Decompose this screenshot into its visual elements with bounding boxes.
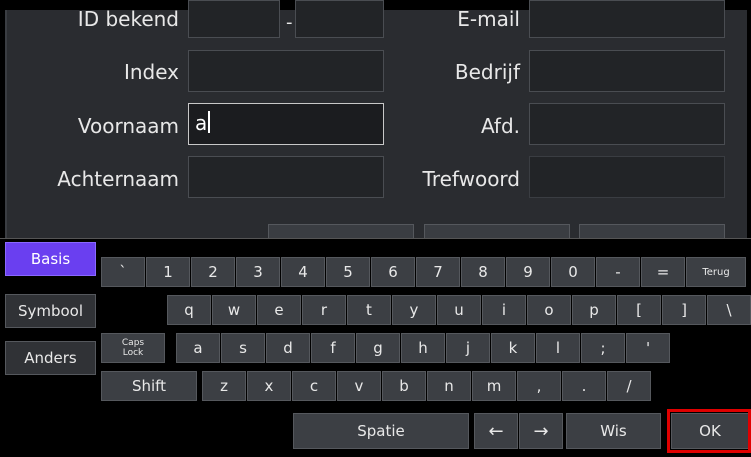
key-semicolon[interactable]: ; — [581, 333, 625, 363]
key-x[interactable]: x — [247, 371, 291, 401]
key-equals[interactable]: = — [641, 257, 685, 287]
left-arrow-icon[interactable]: ← — [474, 413, 518, 449]
key-apostrophe[interactable]: ' — [626, 333, 670, 363]
voornaam-value: a — [195, 111, 208, 135]
key-q[interactable]: q — [167, 295, 211, 325]
hidden-button-3[interactable] — [579, 224, 725, 238]
hidden-button-2[interactable] — [424, 224, 570, 238]
shift-button[interactable]: Shift — [101, 371, 197, 401]
key-m[interactable]: m — [472, 371, 516, 401]
key-k[interactable]: k — [491, 333, 535, 363]
key-z[interactable]: z — [202, 371, 246, 401]
key-v[interactable]: v — [337, 371, 381, 401]
key-1[interactable]: 1 — [146, 257, 190, 287]
email-field[interactable] — [529, 0, 725, 38]
space-button[interactable]: Spatie — [293, 413, 469, 449]
back-button[interactable]: Terug — [686, 257, 746, 287]
key-9[interactable]: 9 — [506, 257, 550, 287]
key-comma[interactable]: , — [517, 371, 561, 401]
mode-anders-button[interactable]: Anders — [5, 341, 96, 375]
key-a[interactable]: a — [176, 333, 220, 363]
key-right-bracket[interactable]: ] — [662, 295, 706, 325]
ok-highlight-frame — [667, 409, 751, 453]
form-panel: ID bekend - Index Voornaam a Achternaam … — [5, 0, 747, 238]
label-email: E-mail — [457, 7, 520, 31]
trefwoord-field[interactable] — [529, 156, 725, 198]
afd-field[interactable] — [529, 103, 725, 145]
key-j[interactable]: j — [446, 333, 490, 363]
key-w[interactable]: w — [212, 295, 256, 325]
label-trefwoord: Trefwoord — [422, 167, 520, 191]
key-o[interactable]: o — [527, 295, 571, 325]
key-slash[interactable]: / — [607, 371, 651, 401]
text-cursor — [208, 111, 211, 133]
index-field[interactable] — [188, 50, 384, 92]
key-y[interactable]: y — [392, 295, 436, 325]
key-8[interactable]: 8 — [461, 257, 505, 287]
key-c[interactable]: c — [292, 371, 336, 401]
label-index: Index — [123, 60, 179, 84]
id-bekend-field-1[interactable] — [188, 0, 280, 38]
label-voornaam: Voornaam — [77, 114, 179, 138]
key-f[interactable]: f — [311, 333, 355, 363]
key-7[interactable]: 7 — [416, 257, 460, 287]
mode-symbool-button[interactable]: Symbool — [5, 294, 96, 328]
label-bedrijf: Bedrijf — [454, 60, 520, 84]
entry-form: ID bekend - Index Voornaam a Achternaam … — [0, 0, 751, 238]
key-g[interactable]: g — [356, 333, 400, 363]
label-achternaam: Achternaam — [57, 167, 179, 191]
key-6[interactable]: 6 — [371, 257, 415, 287]
id-bekend-field-2[interactable] — [295, 0, 384, 38]
right-arrow-icon[interactable]: → — [519, 413, 563, 449]
key-5[interactable]: 5 — [326, 257, 370, 287]
key-backslash[interactable]: \ — [707, 295, 751, 325]
key-period[interactable]: . — [562, 371, 606, 401]
caps-label-2: Lock — [122, 348, 144, 358]
key-t[interactable]: t — [347, 295, 391, 325]
key-backtick[interactable]: ` — [101, 257, 145, 287]
key-0[interactable]: 0 — [551, 257, 595, 287]
key-d[interactable]: d — [266, 333, 310, 363]
key-3[interactable]: 3 — [236, 257, 280, 287]
on-screen-keyboard: Basis Symbool Anders ` 1 2 3 4 5 6 7 8 9… — [0, 238, 751, 457]
voornaam-field[interactable]: a — [188, 103, 384, 145]
achternaam-field[interactable] — [188, 156, 384, 198]
delete-button[interactable]: Wis — [566, 413, 661, 449]
bedrijf-field[interactable] — [529, 50, 725, 92]
key-b[interactable]: b — [382, 371, 426, 401]
caps-lock-button[interactable]: Caps Lock — [101, 333, 165, 363]
label-id-bekend: ID bekend — [77, 7, 179, 31]
key-l[interactable]: l — [536, 333, 580, 363]
key-e[interactable]: e — [257, 295, 301, 325]
key-n[interactable]: n — [427, 371, 471, 401]
key-i[interactable]: i — [482, 295, 526, 325]
key-p[interactable]: p — [572, 295, 616, 325]
key-u[interactable]: u — [437, 295, 481, 325]
id-separator: - — [286, 12, 293, 33]
mode-basis-button[interactable]: Basis — [5, 242, 96, 276]
key-left-bracket[interactable]: [ — [617, 295, 661, 325]
label-afd: Afd. — [480, 114, 520, 138]
key-s[interactable]: s — [221, 333, 265, 363]
key-h[interactable]: h — [401, 333, 445, 363]
caps-label-1: Caps — [121, 338, 145, 348]
key-r[interactable]: r — [302, 295, 346, 325]
key-minus[interactable]: - — [596, 257, 640, 287]
hidden-button-1[interactable] — [268, 224, 414, 238]
key-2[interactable]: 2 — [191, 257, 235, 287]
key-4[interactable]: 4 — [281, 257, 325, 287]
